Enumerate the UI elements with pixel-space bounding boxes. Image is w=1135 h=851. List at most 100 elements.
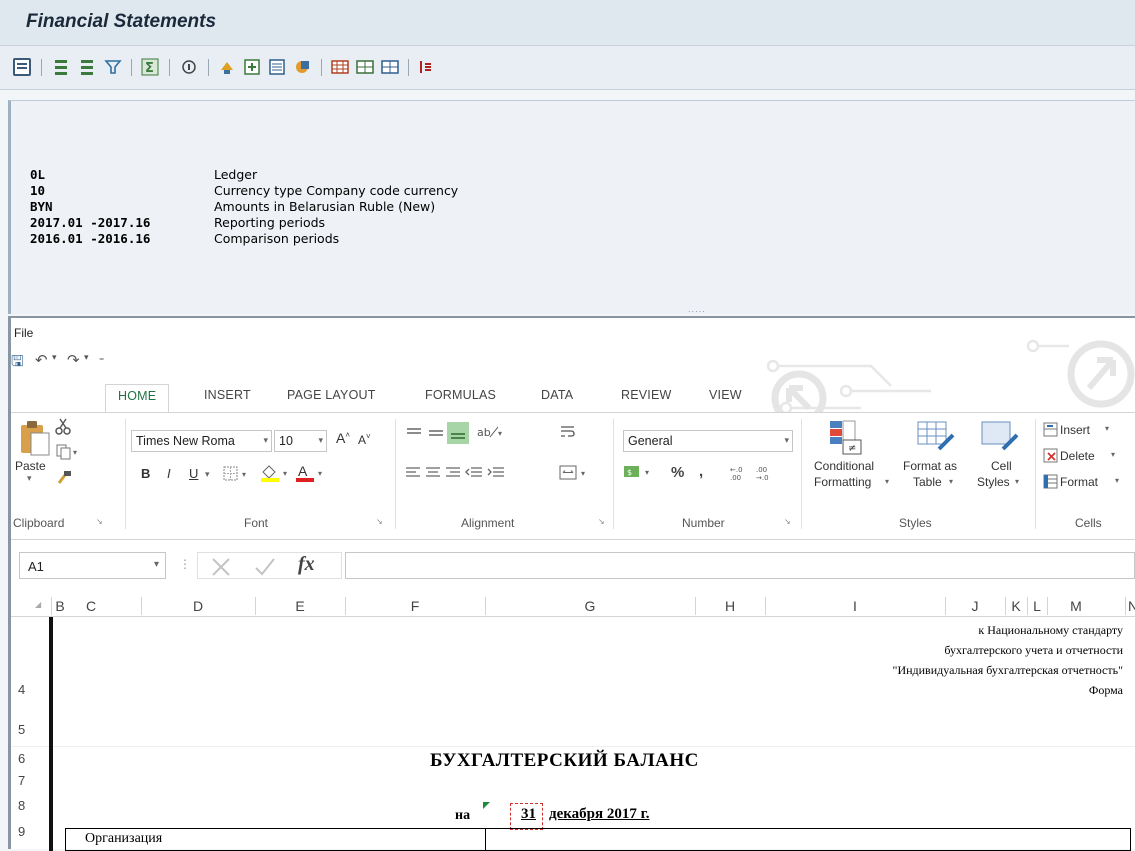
percent-button[interactable]: %	[671, 464, 684, 481]
font-size-select[interactable]: 10 ▾	[274, 430, 327, 452]
tab-insert[interactable]: INSERT	[204, 388, 251, 402]
column-header[interactable]: B	[49, 598, 71, 614]
row-header[interactable]: 8	[11, 798, 49, 813]
align-left-icon[interactable]	[405, 466, 421, 485]
file-menu[interactable]: File	[14, 326, 33, 340]
spreadsheet-icon[interactable]	[243, 58, 261, 76]
name-box[interactable]: A1 ▾	[19, 552, 166, 579]
tab-view[interactable]: VIEW	[709, 388, 742, 402]
save-layout-icon[interactable]	[381, 58, 399, 76]
format-painter-icon[interactable]	[55, 469, 73, 492]
save-icon[interactable]: 🖫	[11, 351, 24, 376]
decrease-font-icon[interactable]: A˅	[358, 432, 371, 447]
comma-button[interactable]: ,	[699, 463, 703, 480]
undo-icon[interactable]: ↶	[35, 351, 48, 369]
cell-styles-icon[interactable]	[981, 421, 1021, 460]
customize-qat-icon[interactable]: ₌	[99, 353, 104, 364]
decrease-decimal-icon[interactable]: .00 →.0	[755, 464, 777, 487]
column-header[interactable]: C	[71, 598, 111, 614]
insert-button[interactable]: Insert	[1060, 423, 1090, 437]
change-layout-icon[interactable]	[331, 58, 349, 76]
cell-styles-dropdown-icon[interactable]: ▾	[1015, 477, 1019, 486]
font-name-select[interactable]: Times New Roma ▾	[131, 430, 272, 452]
fill-color-icon[interactable]: ▾	[259, 463, 291, 488]
orientation-icon[interactable]: ab ▾	[476, 423, 506, 446]
alignment-launcher-icon[interactable]: ↘	[598, 517, 605, 526]
sort-descending-icon[interactable]	[78, 58, 96, 76]
top-align-icon[interactable]	[405, 425, 423, 446]
paste-button[interactable]: Paste	[15, 459, 46, 473]
column-header[interactable]: I	[765, 598, 945, 614]
cell-styles-button[interactable]: Cell	[991, 459, 1012, 473]
tab-formulas[interactable]: FORMULAS	[425, 388, 496, 402]
select-layout-icon[interactable]	[356, 58, 374, 76]
decrease-indent-icon[interactable]	[465, 466, 483, 485]
information-icon[interactable]	[417, 58, 435, 76]
redo-icon[interactable]: ↷	[67, 351, 80, 369]
number-launcher-icon[interactable]: ↘	[784, 517, 791, 526]
merge-center-icon[interactable]: ▾	[559, 464, 591, 487]
increase-font-icon[interactable]: A˄	[336, 430, 350, 446]
word-processing-icon[interactable]	[268, 58, 286, 76]
conditional-formatting-icon[interactable]: ≠	[829, 420, 863, 461]
column-header[interactable]: K	[1005, 598, 1027, 614]
tab-data[interactable]: DATA	[541, 388, 573, 402]
formula-input[interactable]	[345, 552, 1135, 579]
column-header[interactable]: E	[255, 598, 345, 614]
paste-dropdown-icon[interactable]: ▾	[27, 473, 32, 484]
details-icon[interactable]	[180, 58, 198, 76]
conditional-formatting-button[interactable]: Conditional	[814, 459, 874, 473]
column-header[interactable]: F	[345, 598, 485, 614]
row-header[interactable]: 9	[11, 824, 49, 839]
clipboard-launcher-icon[interactable]: ↘	[96, 517, 103, 526]
delete-cells-icon[interactable]	[1043, 448, 1059, 469]
format-as-table-icon[interactable]	[917, 421, 957, 460]
font-color-icon[interactable]: A ▾	[294, 463, 326, 488]
delete-button[interactable]: Delete	[1060, 449, 1095, 463]
format-table-dropdown-icon[interactable]: ▾	[949, 477, 953, 486]
conditional-dropdown-icon[interactable]: ▾	[885, 477, 889, 486]
layout-icon[interactable]	[13, 58, 31, 76]
row-header[interactable]: 6	[11, 751, 49, 766]
format-as-table-button[interactable]: Format as	[903, 459, 957, 473]
insert-cells-icon[interactable]	[1043, 422, 1059, 443]
underline-dropdown-icon[interactable]: ▾	[205, 469, 210, 480]
delete-dropdown-icon[interactable]: ▾	[1111, 450, 1115, 459]
format-cells-icon[interactable]	[1043, 474, 1059, 495]
column-header[interactable]: N	[1127, 598, 1135, 614]
borders-icon[interactable]: ▾	[223, 466, 251, 487]
graphic-icon[interactable]	[293, 58, 311, 76]
wrap-text-icon[interactable]	[559, 424, 577, 445]
redo-dropdown-icon[interactable]: ▾	[84, 353, 89, 363]
column-header[interactable]: L	[1027, 598, 1047, 614]
align-right-icon[interactable]	[445, 466, 461, 485]
tab-review[interactable]: REVIEW	[621, 388, 672, 402]
column-header[interactable]: J	[945, 598, 1005, 614]
column-header[interactable]: D	[141, 598, 255, 614]
select-all-icon[interactable]: ◢	[35, 600, 41, 609]
increase-indent-icon[interactable]	[487, 466, 505, 485]
format-dropdown-icon[interactable]: ▾	[1115, 476, 1119, 485]
column-header[interactable]: H	[695, 598, 765, 614]
font-launcher-icon[interactable]: ↘	[376, 517, 383, 526]
underline-button[interactable]: U	[189, 466, 198, 481]
cancel-entry-icon[interactable]	[210, 556, 232, 583]
sum-icon[interactable]: Σ	[141, 58, 159, 76]
align-center-icon[interactable]	[425, 466, 441, 485]
row-header[interactable]: 7	[11, 773, 49, 788]
insert-dropdown-icon[interactable]: ▾	[1105, 424, 1109, 433]
cut-icon[interactable]	[55, 417, 71, 440]
confirm-entry-icon[interactable]	[254, 556, 276, 583]
bottom-align-icon[interactable]	[447, 422, 469, 444]
increase-decimal-icon[interactable]: ←.0.00	[729, 464, 751, 487]
row-header[interactable]: 4	[11, 682, 49, 697]
export-icon[interactable]	[218, 58, 236, 76]
sort-ascending-icon[interactable]	[52, 58, 70, 76]
filter-icon[interactable]	[104, 58, 122, 76]
tab-home[interactable]: HOME	[105, 384, 170, 413]
number-format-select[interactable]: General ▾	[623, 430, 793, 452]
tab-page-layout[interactable]: PAGE LAYOUT	[287, 388, 376, 402]
undo-dropdown-icon[interactable]: ▾	[52, 353, 57, 363]
splitter-handle[interactable]: .....	[688, 305, 706, 314]
format-button[interactable]: Format	[1060, 475, 1098, 489]
